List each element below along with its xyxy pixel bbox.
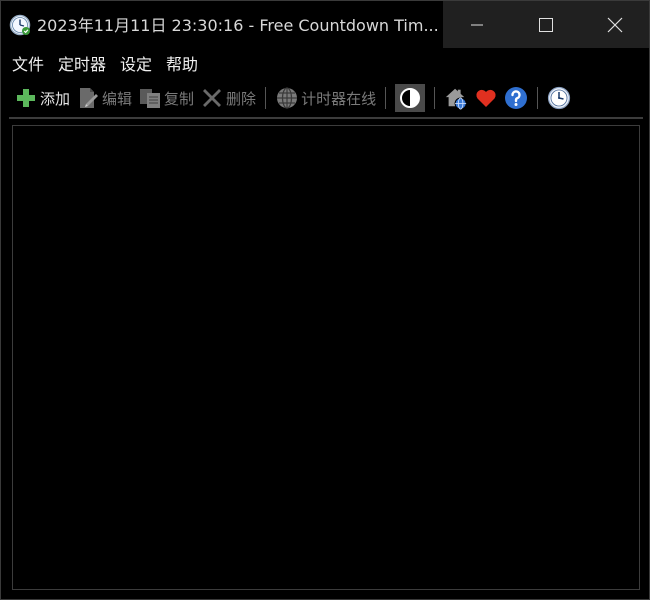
delete-label: 删除 bbox=[226, 89, 257, 108]
toolbar-separator bbox=[434, 87, 436, 109]
timer-online-label: 计时器在线 bbox=[301, 89, 377, 108]
minimize-icon bbox=[471, 24, 484, 25]
timer-list[interactable] bbox=[12, 125, 640, 590]
app-window: 2023年11月11日 23:30:16 - Free Countdown Ti… bbox=[0, 0, 650, 600]
menu-bar: 文件 定时器 设定 帮助 bbox=[1, 51, 205, 79]
close-icon bbox=[607, 17, 623, 32]
menu-settings[interactable]: 设定 bbox=[113, 51, 159, 79]
help-question-icon bbox=[505, 87, 528, 109]
toolbar: 添加 编辑 复制 删除 计时器在线 bbox=[11, 82, 645, 114]
clock-button[interactable] bbox=[544, 83, 574, 113]
donate-button[interactable] bbox=[471, 83, 501, 113]
add-label: 添加 bbox=[40, 89, 71, 108]
minimize-button[interactable] bbox=[443, 1, 512, 48]
copy-label: 复制 bbox=[164, 89, 195, 108]
help-button[interactable] bbox=[501, 83, 531, 113]
homepage-button[interactable] bbox=[441, 83, 471, 113]
toolbar-divider bbox=[9, 117, 643, 119]
edit-button[interactable]: 编辑 bbox=[73, 83, 135, 113]
copy-button[interactable]: 复制 bbox=[135, 83, 197, 113]
timer-online-button[interactable]: 计时器在线 bbox=[272, 83, 379, 113]
globe-icon bbox=[277, 87, 298, 109]
toolbar-separator bbox=[537, 87, 539, 109]
delete-button[interactable]: 删除 bbox=[197, 83, 259, 113]
title-bar[interactable]: 2023年11月11日 23:30:16 - Free Countdown Ti… bbox=[1, 1, 649, 48]
contrast-toggle-button[interactable] bbox=[392, 83, 428, 113]
maximize-button[interactable] bbox=[512, 1, 581, 48]
clock-app-icon bbox=[9, 14, 31, 36]
maximize-icon bbox=[539, 17, 553, 32]
home-globe-icon bbox=[445, 88, 467, 110]
toolbar-separator bbox=[385, 87, 387, 109]
plus-icon bbox=[17, 89, 35, 107]
contrast-icon bbox=[400, 88, 421, 108]
menu-timer[interactable]: 定时器 bbox=[51, 51, 113, 79]
menu-help[interactable]: 帮助 bbox=[159, 51, 205, 79]
window-title: 2023年11月11日 23:30:16 - Free Countdown Ti… bbox=[37, 16, 439, 35]
edit-document-icon bbox=[80, 88, 99, 108]
menu-file[interactable]: 文件 bbox=[5, 51, 51, 79]
add-button[interactable]: 添加 bbox=[11, 83, 73, 113]
copy-icon bbox=[140, 89, 161, 108]
heart-icon bbox=[476, 89, 496, 107]
caption-buttons bbox=[443, 1, 649, 48]
clock-icon bbox=[547, 86, 571, 110]
edit-label: 编辑 bbox=[102, 89, 133, 108]
close-button[interactable] bbox=[580, 1, 649, 48]
toolbar-separator bbox=[265, 87, 267, 109]
delete-x-icon bbox=[203, 89, 222, 107]
